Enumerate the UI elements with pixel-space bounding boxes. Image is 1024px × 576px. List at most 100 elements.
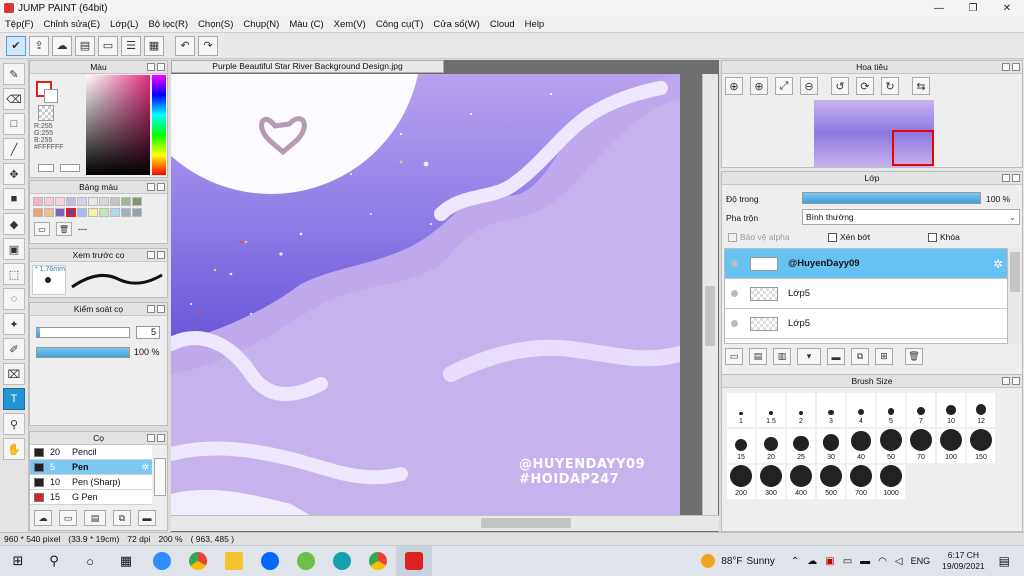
menu-filter[interactable]: Bộ lọc(R) <box>143 19 193 30</box>
menu-file[interactable]: Tệp(F) <box>0 19 39 30</box>
float-icon[interactable] <box>147 183 155 191</box>
antivirus-icon[interactable]: ▣ <box>825 556 834 567</box>
float-icon[interactable] <box>1002 63 1010 71</box>
canvas-horizontal-scrollbar[interactable] <box>171 515 719 531</box>
check-icon[interactable]: ✔ <box>6 35 26 56</box>
size-input[interactable]: 5 <box>136 326 160 339</box>
opacity-slider[interactable] <box>36 347 130 358</box>
minimize-button[interactable]: — <box>922 0 956 16</box>
menu-layer[interactable]: Lớp(L) <box>105 19 143 30</box>
float-icon[interactable] <box>147 251 155 259</box>
swatch[interactable] <box>132 197 142 206</box>
widgets-icon[interactable]: ▦ <box>108 546 144 576</box>
brush-size-cell[interactable]: 100 <box>936 428 966 464</box>
cloud-icon[interactable]: ☁ <box>807 556 817 567</box>
brush-size-cell[interactable]: 10 <box>936 392 966 428</box>
document-icon[interactable]: ▭ <box>98 35 118 56</box>
menu-capture[interactable]: Chụp(N) <box>238 19 284 30</box>
weather-temp[interactable]: 88°F <box>721 556 742 567</box>
weather-desc[interactable]: Sunny <box>747 556 775 567</box>
brush-size-cell[interactable]: 150 <box>966 428 996 464</box>
brush-size-cell[interactable]: 2 <box>786 392 816 428</box>
swatch[interactable] <box>121 197 131 206</box>
chrome-alt-icon[interactable] <box>360 546 396 576</box>
zoom-in-icon[interactable]: ⊕ <box>725 77 743 95</box>
gradient-tool-icon[interactable]: ▣ <box>3 238 25 260</box>
volume-icon[interactable]: ◁ <box>895 556 903 567</box>
brush-size-cell[interactable]: 1 <box>726 392 756 428</box>
merge-layer-icon[interactable]: ⊞ <box>875 348 893 365</box>
file-explorer-icon[interactable] <box>216 546 252 576</box>
close-icon[interactable] <box>157 434 165 442</box>
blend-mode-select[interactable]: Bình thường ⌄ <box>802 209 1020 225</box>
undo-icon[interactable]: ↶ <box>175 35 195 56</box>
select-pen-icon[interactable]: ✐ <box>3 338 25 360</box>
hand-tool-icon[interactable]: ✋ <box>3 438 25 460</box>
bucket-tool-icon[interactable]: ◆ <box>3 213 25 235</box>
menu-tools[interactable]: Công cụ(T) <box>371 19 429 30</box>
brush-size-cell[interactable]: 1.5 <box>756 392 786 428</box>
chevron-up-icon[interactable]: ⌃ <box>791 556 799 567</box>
brush-item-pen[interactable]: 5 Pen ✲ <box>30 460 152 475</box>
clip-checkbox[interactable]: Xén bớt <box>828 232 870 242</box>
fill-rect-tool-icon[interactable]: ■ <box>3 188 25 210</box>
brush-size-cell[interactable]: 4 <box>846 392 876 428</box>
magic-wand-icon[interactable]: ✦ <box>3 313 25 335</box>
hue-slider[interactable] <box>152 75 166 175</box>
eraser-tool-icon[interactable]: ⌫ <box>3 88 25 110</box>
menu-color[interactable]: Màu (C) <box>284 19 328 30</box>
layer-list-scrollbar[interactable] <box>1008 248 1022 344</box>
float-icon[interactable] <box>1002 174 1010 182</box>
swatch[interactable] <box>77 197 87 206</box>
copy-layer-icon[interactable]: ⧉ <box>851 348 869 365</box>
brush-size-cell[interactable]: 50 <box>876 428 906 464</box>
close-icon[interactable] <box>1012 174 1020 182</box>
float-icon[interactable] <box>147 305 155 313</box>
close-icon[interactable] <box>1012 63 1020 71</box>
swatch[interactable] <box>44 208 54 217</box>
app-green-icon[interactable] <box>288 546 324 576</box>
move-tool-icon[interactable]: ✥ <box>3 163 25 185</box>
swatch[interactable] <box>44 197 54 206</box>
menu-window[interactable]: Cửa sổ(W) <box>428 19 484 30</box>
brush-size-cell[interactable]: 15 <box>726 428 756 464</box>
brush-list-scrollbar[interactable] <box>154 458 166 496</box>
swatch[interactable] <box>132 208 142 217</box>
new-layer-1bit-icon[interactable]: ▥ <box>773 348 791 365</box>
color-swap-button[interactable] <box>60 164 80 172</box>
close-icon[interactable] <box>157 63 165 71</box>
brush-tool-icon[interactable]: ✎ <box>3 63 25 85</box>
new-layer-icon[interactable]: ▭ <box>725 348 743 365</box>
layer-row-huyendayy09[interactable]: @HuyenDayy09 ✲ <box>725 249 1007 279</box>
canvas-vertical-scrollbar[interactable] <box>702 74 718 519</box>
fit-screen-icon[interactable]: ⤢ <box>775 77 793 95</box>
brush-size-cell[interactable]: 500 <box>816 464 846 500</box>
delete-layer-icon[interactable]: 🗑 <box>905 348 923 365</box>
gear-icon[interactable]: ✲ <box>993 257 1003 271</box>
rotate-reset-icon[interactable]: ⟳ <box>856 77 874 95</box>
swatch[interactable] <box>110 197 120 206</box>
float-icon[interactable] <box>147 63 155 71</box>
close-icon[interactable] <box>1012 377 1020 385</box>
float-icon[interactable] <box>1002 377 1010 385</box>
menu-edit[interactable]: Chỉnh sửa(E) <box>39 19 106 30</box>
swatch[interactable] <box>66 197 76 206</box>
line-tool-icon[interactable]: ╱ <box>3 138 25 160</box>
swatch[interactable] <box>88 197 98 206</box>
layer-row-lop5[interactable]: Lớp5 <box>725 309 1007 339</box>
color-mode-button[interactable] <box>38 164 54 172</box>
swatch[interactable] <box>88 208 98 217</box>
zoom-in-alt-icon[interactable]: ⊕ <box>750 77 768 95</box>
document-tab[interactable]: Purple Beautiful Star River Background D… <box>171 60 444 73</box>
zalo-icon[interactable] <box>252 546 288 576</box>
share-icon[interactable]: ⇪ <box>29 35 49 56</box>
size-slider[interactable] <box>36 327 130 338</box>
artwork-canvas[interactable]: @HUYENDAYY09 #HOIDAP247 <box>171 74 680 516</box>
navigator-viewport[interactable] <box>892 130 934 166</box>
layer-options-icon[interactable]: ▾ <box>797 348 821 365</box>
visibility-icon[interactable] <box>731 260 738 267</box>
scroll-thumb[interactable] <box>481 518 571 528</box>
brush-item-g-pen[interactable]: 15 G Pen <box>30 490 152 505</box>
eyedropper-tool-icon[interactable]: ⚲ <box>3 413 25 435</box>
zoom-out-icon[interactable]: ⊖ <box>800 77 818 95</box>
